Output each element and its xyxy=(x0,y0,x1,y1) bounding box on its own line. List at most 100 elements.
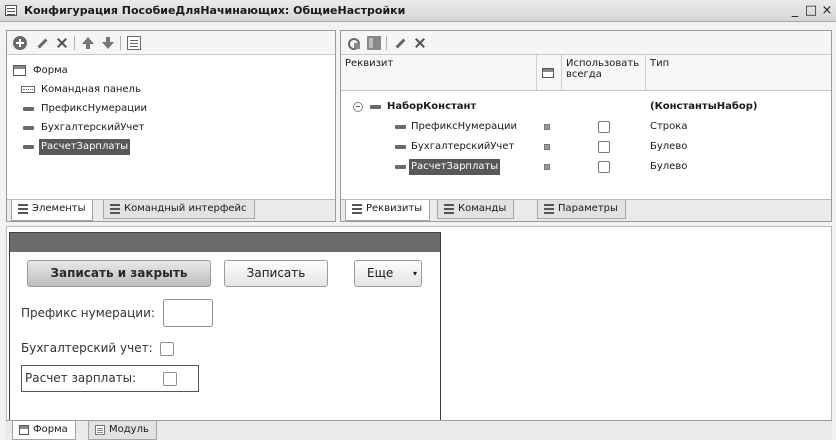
form-marker-icon xyxy=(544,144,550,150)
always-use-checkbox[interactable] xyxy=(598,141,610,153)
col-type-label: Тип xyxy=(650,58,670,69)
tab-attributes[interactable]: Реквизиты xyxy=(345,200,431,221)
attribute-icon xyxy=(370,105,381,109)
save-and-close-button[interactable]: Записать и закрыть xyxy=(27,260,211,287)
attribute-type: (КонстантыНабор) xyxy=(650,101,758,112)
accounting-checkbox[interactable] xyxy=(160,342,174,356)
attribute-icon xyxy=(395,165,406,169)
payroll-label: Расчет зарплаты: xyxy=(25,371,137,385)
tab-elements[interactable]: Элементы xyxy=(11,200,94,221)
form-tab-icon xyxy=(19,425,29,435)
maximize-button[interactable]: □ xyxy=(804,3,818,18)
tab-label: Команды xyxy=(458,203,507,214)
attributes-panel: Реквизит Использовать всегда Тип НаборКо… xyxy=(340,30,832,222)
payroll-checkbox[interactable] xyxy=(163,372,177,386)
edit-icon[interactable] xyxy=(35,36,49,50)
col-always-use-label: Использовать всегда xyxy=(566,58,640,80)
col-attribute-label: Реквизит xyxy=(345,58,394,69)
module-tab-icon xyxy=(95,425,105,435)
col-attribute[interactable]: Реквизит xyxy=(341,55,537,91)
window-titlebar: Конфигурация ПособиеДляНачинающих: Общие… xyxy=(0,0,836,22)
collapse-icon[interactable] xyxy=(353,102,363,112)
col-type[interactable]: Тип xyxy=(646,55,831,91)
tab-form[interactable]: Форма xyxy=(12,421,76,440)
minimize-button[interactable]: _ xyxy=(788,3,802,18)
form-preview-area: Записать и закрыть Записать Еще ▾ Префик… xyxy=(6,226,832,423)
tree-item-label: Командная панель xyxy=(41,84,141,95)
attributes-tab-icon xyxy=(352,204,362,214)
window-title: Конфигурация ПособиеДляНачинающих: Общие… xyxy=(24,4,406,17)
table-row[interactable]: БухгалтерскийУчет Булево xyxy=(341,137,831,157)
add-attribute-icon[interactable] xyxy=(347,36,361,50)
command-interface-tab-icon xyxy=(110,204,120,214)
add-icon[interactable] xyxy=(13,36,27,50)
more-button[interactable]: Еще ▾ xyxy=(354,260,422,287)
prefix-label: Префикс нумерации: xyxy=(21,306,155,320)
elements-toolbar xyxy=(7,31,335,55)
field-icon xyxy=(23,126,34,130)
always-use-checkbox[interactable] xyxy=(598,121,610,133)
attribute-icon xyxy=(395,125,406,129)
prefix-input[interactable] xyxy=(163,299,213,327)
commands-tab-icon xyxy=(444,204,454,214)
save-button[interactable]: Записать xyxy=(224,260,328,287)
table-row[interactable]: РасчетЗарплаты Булево xyxy=(341,157,831,177)
tab-label: Параметры xyxy=(558,203,618,214)
attributes-toolbar xyxy=(341,31,831,55)
elements-tab-icon xyxy=(18,204,28,214)
form-marker-icon xyxy=(544,124,550,130)
field-icon xyxy=(23,107,34,111)
attribute-icon xyxy=(395,145,406,149)
parameters-tab-icon xyxy=(544,204,554,214)
col-always-use[interactable]: Использовать всегда xyxy=(562,55,646,91)
col-form-icon[interactable] xyxy=(537,55,562,91)
window-icon xyxy=(5,5,17,16)
editor-tabbar: Форма Модуль xyxy=(6,420,832,440)
close-button[interactable]: × xyxy=(820,3,834,18)
tab-label: Модуль xyxy=(109,424,149,435)
tab-module[interactable]: Модуль xyxy=(88,421,157,440)
tree-item-label: РасчетЗарплаты xyxy=(39,139,131,155)
tab-label: Элементы xyxy=(32,203,86,214)
tree-item-label: БухгалтерскийУчет xyxy=(41,122,145,133)
more-button-label: Еще xyxy=(367,266,394,280)
move-down-icon[interactable] xyxy=(101,36,115,50)
delete-icon[interactable] xyxy=(55,36,69,50)
form-preview-window: Записать и закрыть Записать Еще ▾ Префик… xyxy=(9,232,441,423)
tab-label: Форма xyxy=(33,424,68,435)
elements-tabbar: Элементы Командный интерфейс xyxy=(7,199,335,221)
attributes-table-header: Реквизит Использовать всегда Тип xyxy=(341,55,831,91)
form-marker-icon xyxy=(544,164,550,170)
tab-parameters[interactable]: Параметры xyxy=(537,200,626,219)
always-use-checkbox[interactable] xyxy=(598,161,610,173)
accounting-label: Бухгалтерский учет: xyxy=(21,341,153,355)
elements-panel: Форма Командная панель ПрефиксНумерации … xyxy=(6,30,336,222)
attribute-folder-icon[interactable] xyxy=(367,36,381,50)
list-icon[interactable] xyxy=(127,36,141,50)
tree-item-label: ПрефиксНумерации xyxy=(41,103,148,114)
move-up-icon[interactable] xyxy=(81,36,95,50)
attribute-name: РасчетЗарплаты xyxy=(409,159,501,175)
tree-item-label: Форма xyxy=(33,65,68,76)
attribute-name: БухгалтерскийУчет xyxy=(411,141,515,152)
attribute-type: Булево xyxy=(650,161,688,172)
tab-commands[interactable]: Команды xyxy=(437,200,515,219)
attribute-type: Строка xyxy=(650,121,688,132)
delete-icon[interactable] xyxy=(413,36,427,50)
tab-label: Командный интерфейс xyxy=(124,203,247,214)
attribute-name: НаборКонстант xyxy=(387,101,477,112)
attribute-name: ПрефиксНумерации xyxy=(411,121,518,132)
attribute-type: Булево xyxy=(650,141,688,152)
form-icon xyxy=(13,65,26,76)
form-column-icon xyxy=(542,68,554,78)
table-row[interactable]: НаборКонстант (КонстантыНабор) xyxy=(341,97,831,117)
command-panel-icon xyxy=(21,86,35,93)
chevron-down-icon: ▾ xyxy=(412,269,417,278)
tab-command-interface[interactable]: Командный интерфейс xyxy=(103,200,255,219)
attributes-tabbar: Реквизиты Команды Параметры xyxy=(341,199,831,221)
edit-icon[interactable] xyxy=(393,36,407,50)
form-preview-titlebar xyxy=(10,233,440,252)
tab-label: Реквизиты xyxy=(366,203,423,214)
field-icon xyxy=(23,145,34,149)
table-row[interactable]: ПрефиксНумерации Строка xyxy=(341,117,831,137)
